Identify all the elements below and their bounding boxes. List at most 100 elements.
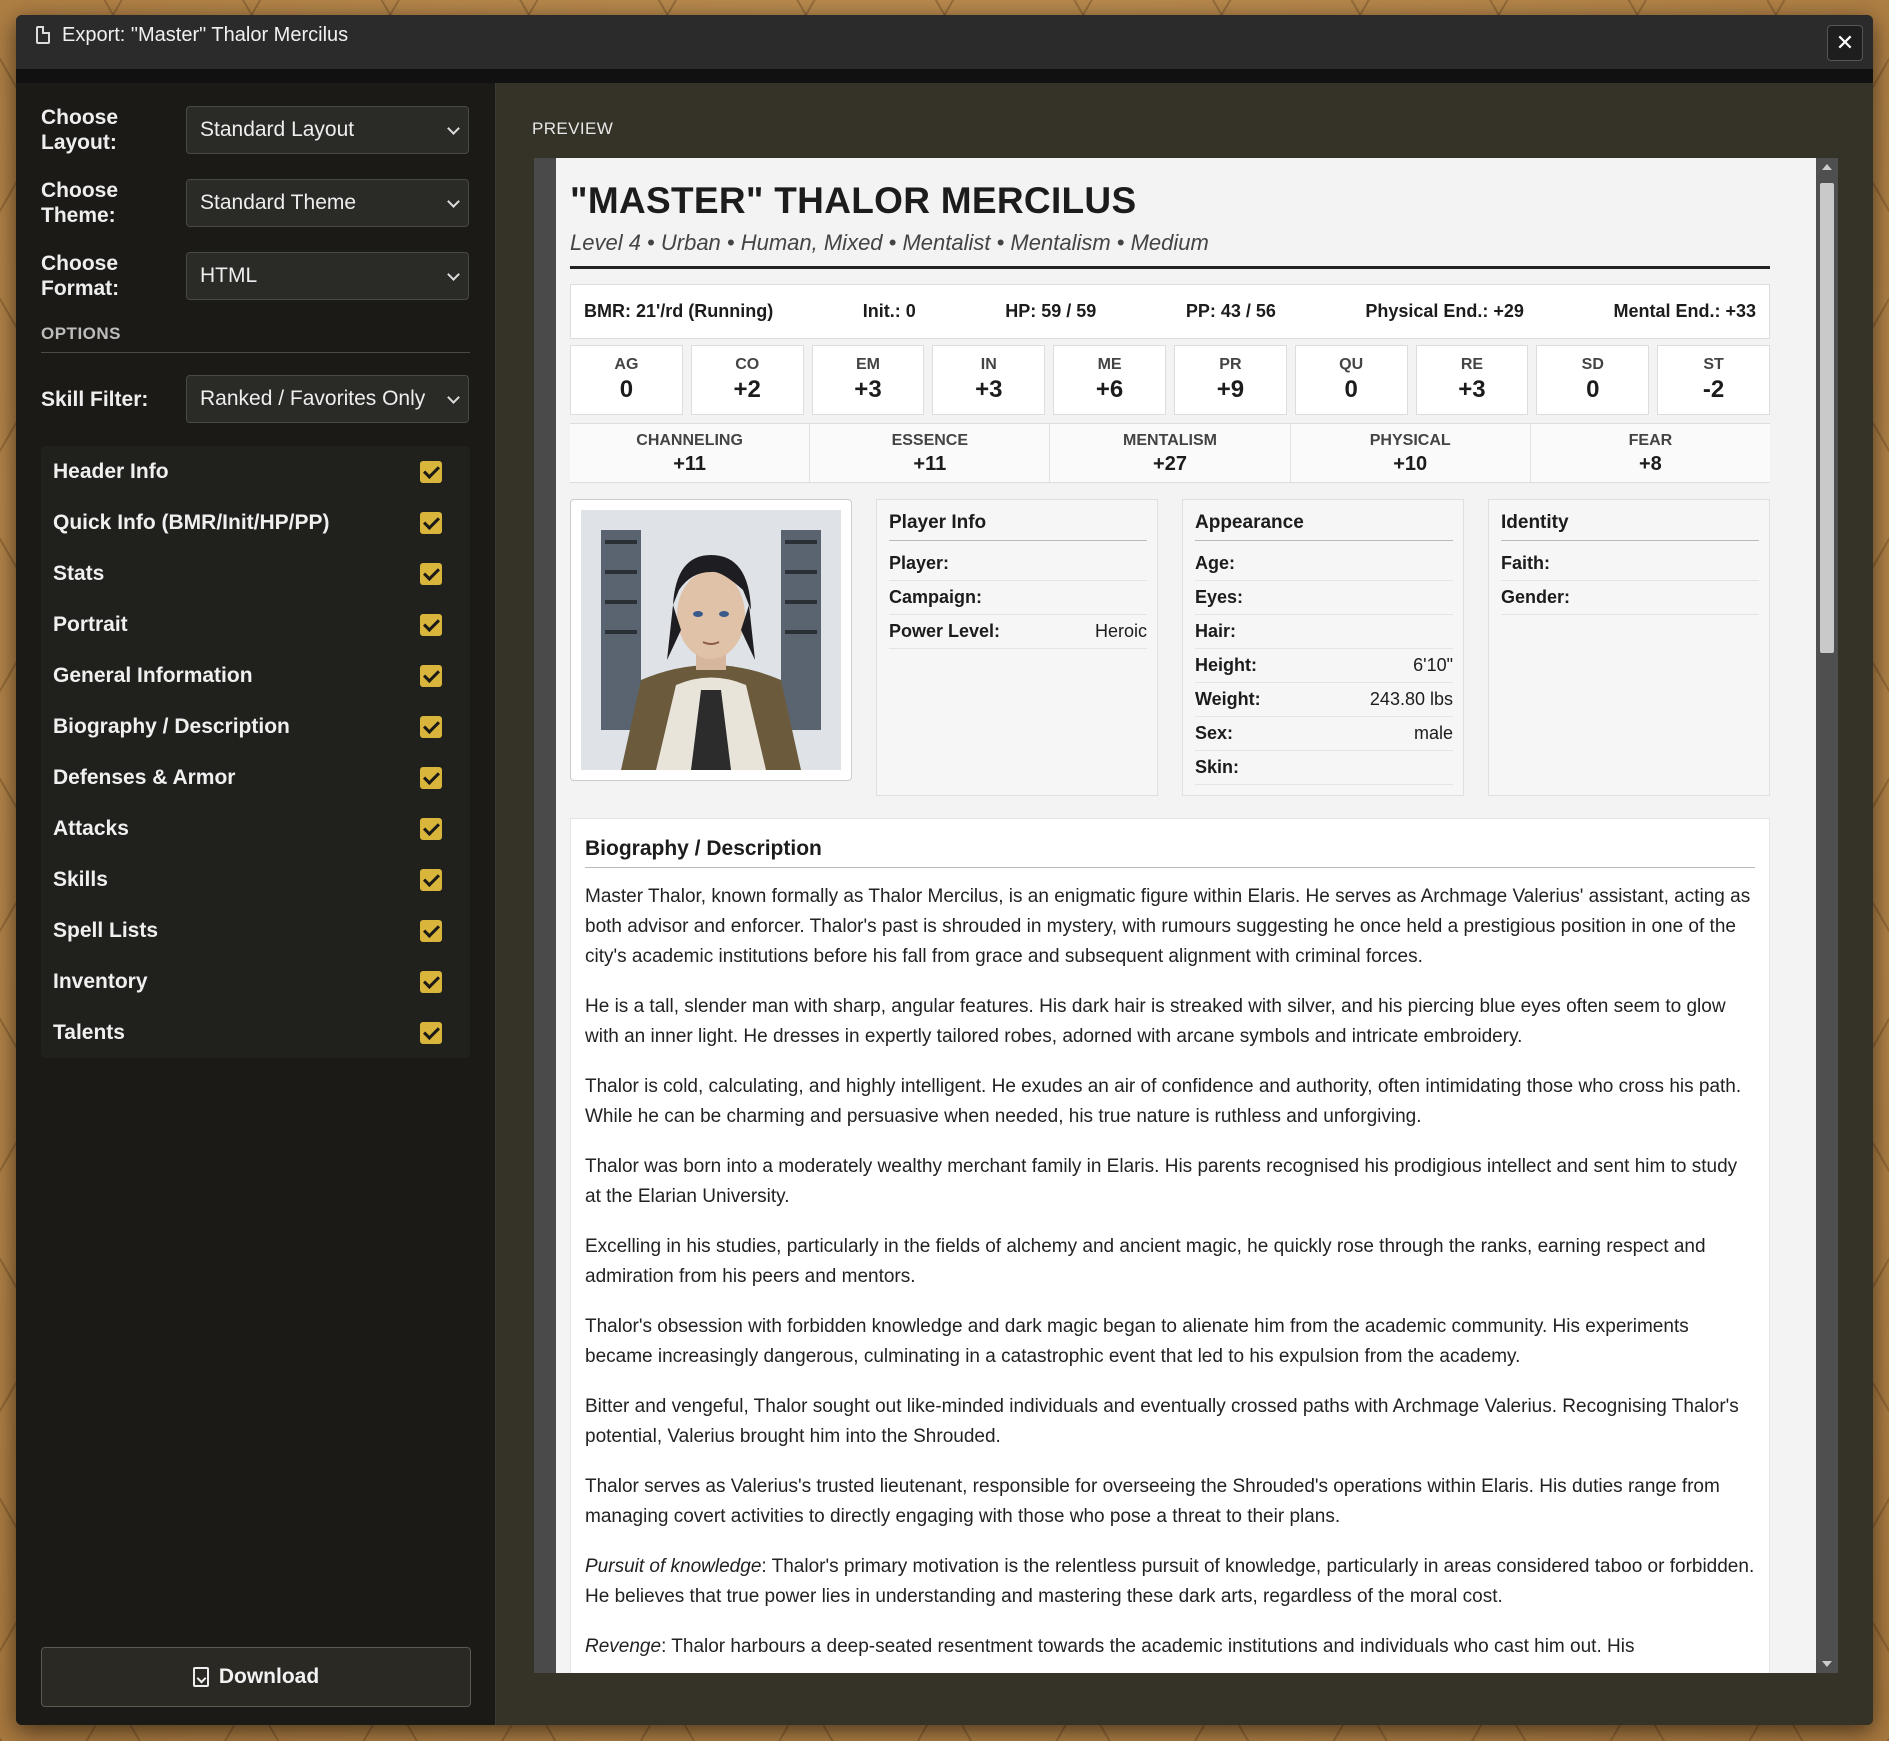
info-row: Weight: 243.80 lbs <box>1195 683 1453 717</box>
info-row: Height: 6'10" <box>1195 649 1453 683</box>
stat-box: EM +3 <box>811 345 925 415</box>
info-row: Eyes: <box>1195 581 1453 615</box>
rr-cell: MENTALISM +27 <box>1050 424 1291 482</box>
identity-title: Identity <box>1501 512 1759 541</box>
stat-box: ST -2 <box>1657 345 1770 415</box>
info-row: Faith: <box>1501 547 1759 581</box>
general-info-row: Player Info Player: Campaign: Power Leve… <box>570 499 1770 796</box>
close-icon: ✕ <box>1835 30 1855 55</box>
preview-scrollbar[interactable] <box>1816 158 1838 1673</box>
theme-select[interactable]: Standard Theme <box>186 179 469 227</box>
check-quick-info[interactable]: Quick Info (BMR/Init/HP/PP) <box>41 497 470 548</box>
bio-paragraph: He is a tall, slender man with sharp, an… <box>585 996 1726 1047</box>
dialog-titlebar: Export: "Master" Thalor Mercilus ✕ <box>16 15 1873 83</box>
stat-box: RE +3 <box>1415 345 1529 415</box>
preview-frame[interactable]: "MASTER" THALOR MERCILUS Level 4 • Urban… <box>534 158 1838 1673</box>
check-general-information[interactable]: General Information <box>41 650 470 701</box>
appearance-title: Appearance <box>1195 512 1453 541</box>
check-talents[interactable]: Talents <box>41 1007 470 1058</box>
bio-paragraph: Revenge: Thalor harbours a deep-seated r… <box>585 1636 1635 1657</box>
info-row: Skin: <box>1195 751 1453 785</box>
stat-box: IN +3 <box>932 345 1046 415</box>
check-stats[interactable]: Stats <box>41 548 470 599</box>
checkbox-checked[interactable] <box>420 970 442 993</box>
checkbox-checked[interactable] <box>420 766 442 789</box>
download-button[interactable]: Download <box>41 1647 471 1707</box>
character-name: "MASTER" THALOR MERCILUS <box>570 180 1137 221</box>
biography-section: Biography / Description Master Thalor, k… <box>570 818 1770 1673</box>
format-select[interactable]: HTML <box>186 252 469 300</box>
checkbox-checked[interactable] <box>420 919 442 942</box>
layout-label: Choose Layout: <box>41 106 119 154</box>
appearance-panel: Appearance Age: Eyes: Hair: Height: 6'10"… <box>1182 499 1464 796</box>
portrait-image <box>581 510 841 770</box>
rr-cell: CHANNELING +11 <box>570 424 811 482</box>
quick-physical-end: Physical End.: +29 <box>1365 301 1524 321</box>
chevron-down-icon <box>447 122 460 135</box>
dialog-title: Export: "Master" Thalor Mercilus <box>62 23 349 46</box>
check-spell-lists[interactable]: Spell Lists <box>41 905 470 956</box>
info-row: Hair: <box>1195 615 1453 649</box>
check-portrait[interactable]: Portrait <box>41 599 470 650</box>
theme-value: Standard Theme <box>200 191 357 214</box>
layout-value: Standard Layout <box>200 118 355 141</box>
checkbox-checked[interactable] <box>420 511 442 534</box>
scroll-up-icon[interactable] <box>1822 164 1832 170</box>
info-row: Power Level: Heroic <box>889 615 1147 649</box>
quick-info-bar: BMR: 21'/rd (Running) Init.: 0 HP: 59 / … <box>570 284 1770 339</box>
skill-filter-select[interactable]: Ranked / Favorites Only <box>186 375 469 423</box>
checkbox-checked[interactable] <box>420 817 442 840</box>
stats-row: AG 0 CO +2 EM +3 IN +3 ME +6 PR +9 QU 0 RE +3 SD… <box>570 345 1770 415</box>
checkbox-checked[interactable] <box>420 562 442 585</box>
scroll-thumb[interactable] <box>1820 183 1834 653</box>
info-row: Campaign: <box>889 581 1147 615</box>
check-attacks[interactable]: Attacks <box>41 803 470 854</box>
checkbox-checked[interactable] <box>420 613 442 636</box>
chevron-down-icon <box>447 268 460 281</box>
quick-init: Init.: 0 <box>862 301 916 321</box>
options-heading: OPTIONS <box>41 324 470 353</box>
checkbox-checked[interactable] <box>420 664 442 687</box>
rr-cell: PHYSICAL +10 <box>1291 424 1531 482</box>
check-header-info[interactable]: Header Info <box>41 446 470 497</box>
player-info-title: Player Info <box>889 512 1147 541</box>
stat-box: SD 0 <box>1536 345 1650 415</box>
rr-cell: ESSENCE +11 <box>810 424 1051 482</box>
biography-title: Biography / Description <box>585 837 1755 868</box>
resistance-rolls-row: CHANNELING +11 ESSENCE +11 MENTALISM +27 PH… <box>570 423 1770 483</box>
info-row: Player: <box>889 547 1147 581</box>
checkbox-checked[interactable] <box>420 868 442 891</box>
check-defenses-armor[interactable]: Defenses & Armor <box>41 752 470 803</box>
preview-heading: PREVIEW <box>532 119 614 138</box>
checkbox-checked[interactable] <box>420 715 442 738</box>
checkbox-checked[interactable] <box>420 1021 442 1044</box>
bio-paragraph: Master Thalor, known formally as Thalor … <box>585 886 1751 967</box>
bio-paragraph: Thalor was born into a moderately wealth… <box>585 1156 1738 1207</box>
close-button[interactable]: ✕ <box>1827 25 1863 61</box>
quick-hp: HP: 59 / 59 <box>1005 301 1097 321</box>
bio-paragraph: Thalor is cold, calculating, and highly … <box>585 1076 1742 1127</box>
preview-pane: PREVIEW "MASTER" THALOR MERCILUS Level 4… <box>496 83 1873 1725</box>
scroll-down-icon[interactable] <box>1822 1661 1832 1667</box>
check-inventory[interactable]: Inventory <box>41 956 470 1007</box>
layout-select[interactable]: Standard Layout <box>186 106 469 154</box>
character-subtitle: Level 4 • Urban • Human, Mixed • Mentali… <box>570 230 1770 269</box>
chevron-down-icon <box>447 195 460 208</box>
chevron-down-icon <box>447 391 460 404</box>
quick-pp: PP: 43 / 56 <box>1185 301 1276 321</box>
character-sheet: "MASTER" THALOR MERCILUS Level 4 • Urban… <box>570 158 1770 1673</box>
skill-filter-label: Skill Filter: <box>41 387 149 411</box>
document-icon <box>36 26 50 44</box>
download-icon <box>192 1667 209 1687</box>
options-panel: Choose Layout: Standard Layout Choose Th… <box>16 83 496 1725</box>
stat-box: AG 0 <box>570 345 683 415</box>
bio-paragraph: Bitter and vengeful, Thalor sought out l… <box>585 1396 1739 1447</box>
check-skills[interactable]: Skills <box>41 854 470 905</box>
character-portrait <box>570 499 852 781</box>
info-row: Sex: male <box>1195 717 1453 751</box>
check-biography[interactable]: Biography / Description <box>41 701 470 752</box>
theme-label: Choose Theme: <box>41 179 119 227</box>
checkbox-checked[interactable] <box>420 460 442 483</box>
format-label: Choose Format: <box>41 252 120 300</box>
player-info-panel: Player Info Player: Campaign: Power Leve… <box>876 499 1158 796</box>
